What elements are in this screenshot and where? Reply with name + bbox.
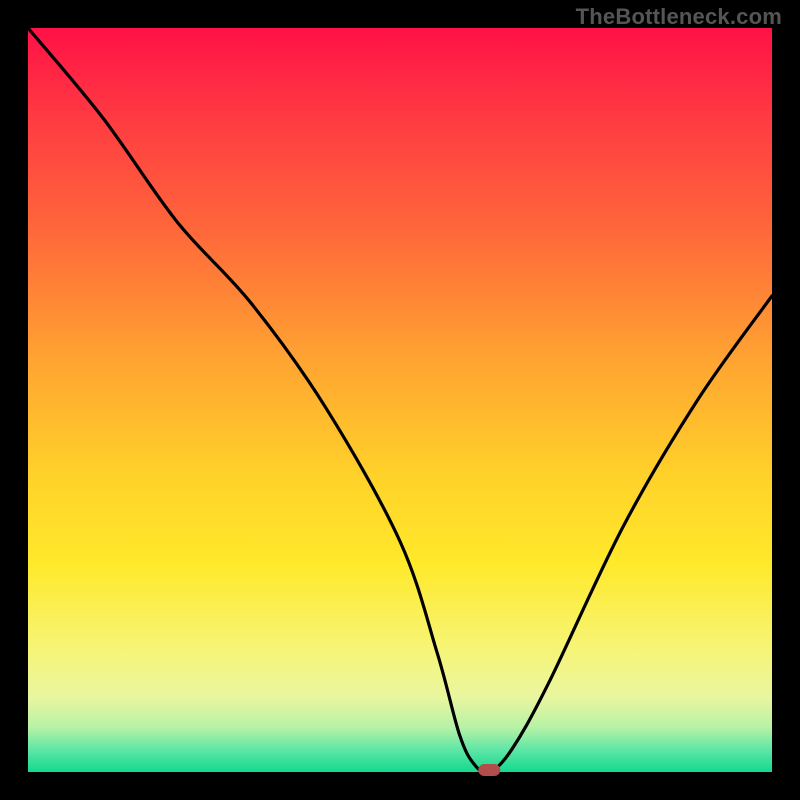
- chart-frame: TheBottleneck.com: [0, 0, 800, 800]
- bottleneck-curve: [28, 28, 772, 773]
- watermark-text: TheBottleneck.com: [576, 4, 782, 30]
- chart-svg: [28, 28, 772, 772]
- plot-area: [28, 28, 772, 772]
- min-marker: [478, 764, 500, 776]
